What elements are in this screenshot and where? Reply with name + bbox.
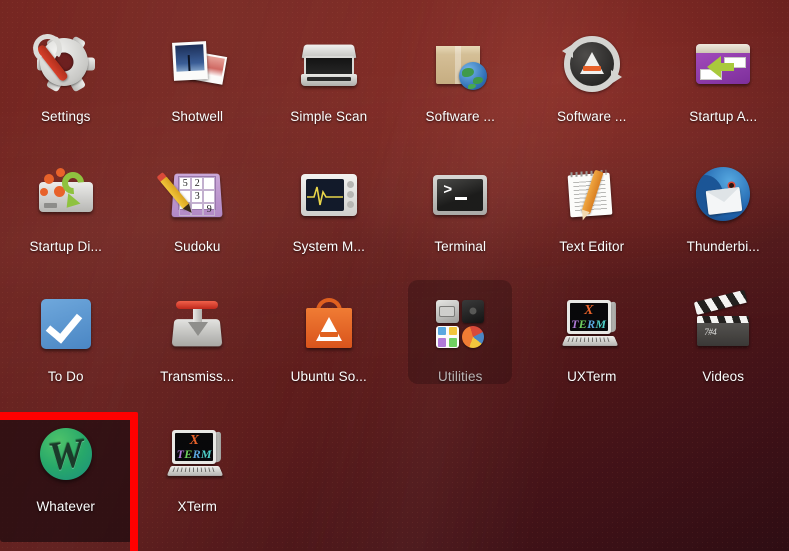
mini-icon-scanner (436, 300, 459, 323)
shotwell-icon (161, 28, 233, 100)
app-label: System M... (292, 239, 365, 254)
app-item-xterm[interactable]: X TERM XTerm (132, 412, 264, 542)
app-label: Videos (702, 369, 745, 384)
app-label: Thunderbi... (686, 239, 760, 254)
app-label: Terminal (434, 239, 487, 254)
utilities-folder-icon (424, 288, 496, 360)
app-label: XTerm (177, 499, 217, 514)
app-label: Shotwell (171, 109, 224, 124)
app-label: Sudoku (174, 239, 221, 254)
app-item-thunderbird[interactable]: Thunderbi... (658, 152, 789, 282)
app-item-todo[interactable]: To Do (0, 282, 132, 412)
xterm-icon: X TERM (161, 418, 233, 490)
app-item-whatever[interactable]: W Whatever (0, 412, 132, 542)
app-item-uxterm[interactable]: X TERM UXTerm (526, 282, 658, 412)
transmission-icon (161, 288, 233, 360)
app-label: Software ... (557, 109, 627, 124)
whatever-icon: W (30, 418, 102, 490)
app-label: Software ... (425, 109, 495, 124)
terminal-icon (424, 158, 496, 230)
application-grid: Settings Shotwell Simple Scan Software .… (0, 0, 789, 551)
app-item-ubuntu-software[interactable]: Ubuntu So... (263, 282, 395, 412)
todo-icon (30, 288, 102, 360)
ubuntu-software-icon (293, 288, 365, 360)
app-item-system-monitor[interactable]: System M... (263, 152, 395, 282)
startup-applications-icon (687, 28, 759, 100)
software-updater-icon (556, 28, 628, 100)
app-item-shotwell[interactable]: Shotwell (132, 22, 264, 152)
mini-icon-accessories (436, 325, 459, 348)
sudoku-icon: 52 3 9 (159, 158, 233, 230)
ekg-waveform-icon (306, 186, 343, 206)
app-label: Startup A... (689, 109, 758, 124)
app-item-terminal[interactable]: Terminal (395, 152, 527, 282)
app-item-sudoku[interactable]: 52 3 9 Sudoku (132, 152, 264, 282)
startup-disk-creator-icon (30, 158, 102, 230)
app-item-simple-scan[interactable]: Simple Scan (263, 22, 395, 152)
app-label: To Do (47, 369, 84, 384)
app-item-transmission[interactable]: Transmiss... (132, 282, 264, 412)
app-item-startup-disk-creator[interactable]: Startup Di... (0, 152, 132, 282)
app-item-text-editor[interactable]: Text Editor (526, 152, 658, 282)
thunderbird-icon (687, 158, 759, 230)
app-item-startup-applications[interactable]: Startup A... (658, 22, 789, 152)
software-sources-icon (424, 28, 496, 100)
simple-scan-icon (293, 28, 365, 100)
app-label: Startup Di... (29, 239, 103, 254)
text-editor-icon (556, 158, 628, 230)
app-label: Text Editor (559, 239, 625, 254)
mini-icon-device (461, 300, 485, 323)
app-item-utilities-folder[interactable]: Utilities (395, 280, 527, 412)
app-item-software-updater[interactable]: Software ... (526, 22, 658, 152)
system-monitor-icon (293, 158, 365, 230)
app-label: Settings (40, 109, 91, 124)
app-label: Transmiss... (160, 369, 235, 384)
app-item-software-sources[interactable]: Software ... (395, 22, 527, 152)
uxterm-icon: X TERM (556, 288, 628, 360)
mini-icon-disk-usage (461, 325, 485, 348)
app-label: Ubuntu So... (290, 369, 367, 384)
videos-icon: 7#4 (687, 288, 759, 360)
app-label: Whatever (36, 499, 96, 514)
settings-icon (30, 28, 102, 100)
app-label: UXTerm (567, 369, 617, 384)
app-item-settings[interactable]: Settings (0, 22, 132, 152)
app-label: Simple Scan (290, 109, 368, 124)
app-item-videos[interactable]: 7#4 Videos (658, 282, 789, 412)
